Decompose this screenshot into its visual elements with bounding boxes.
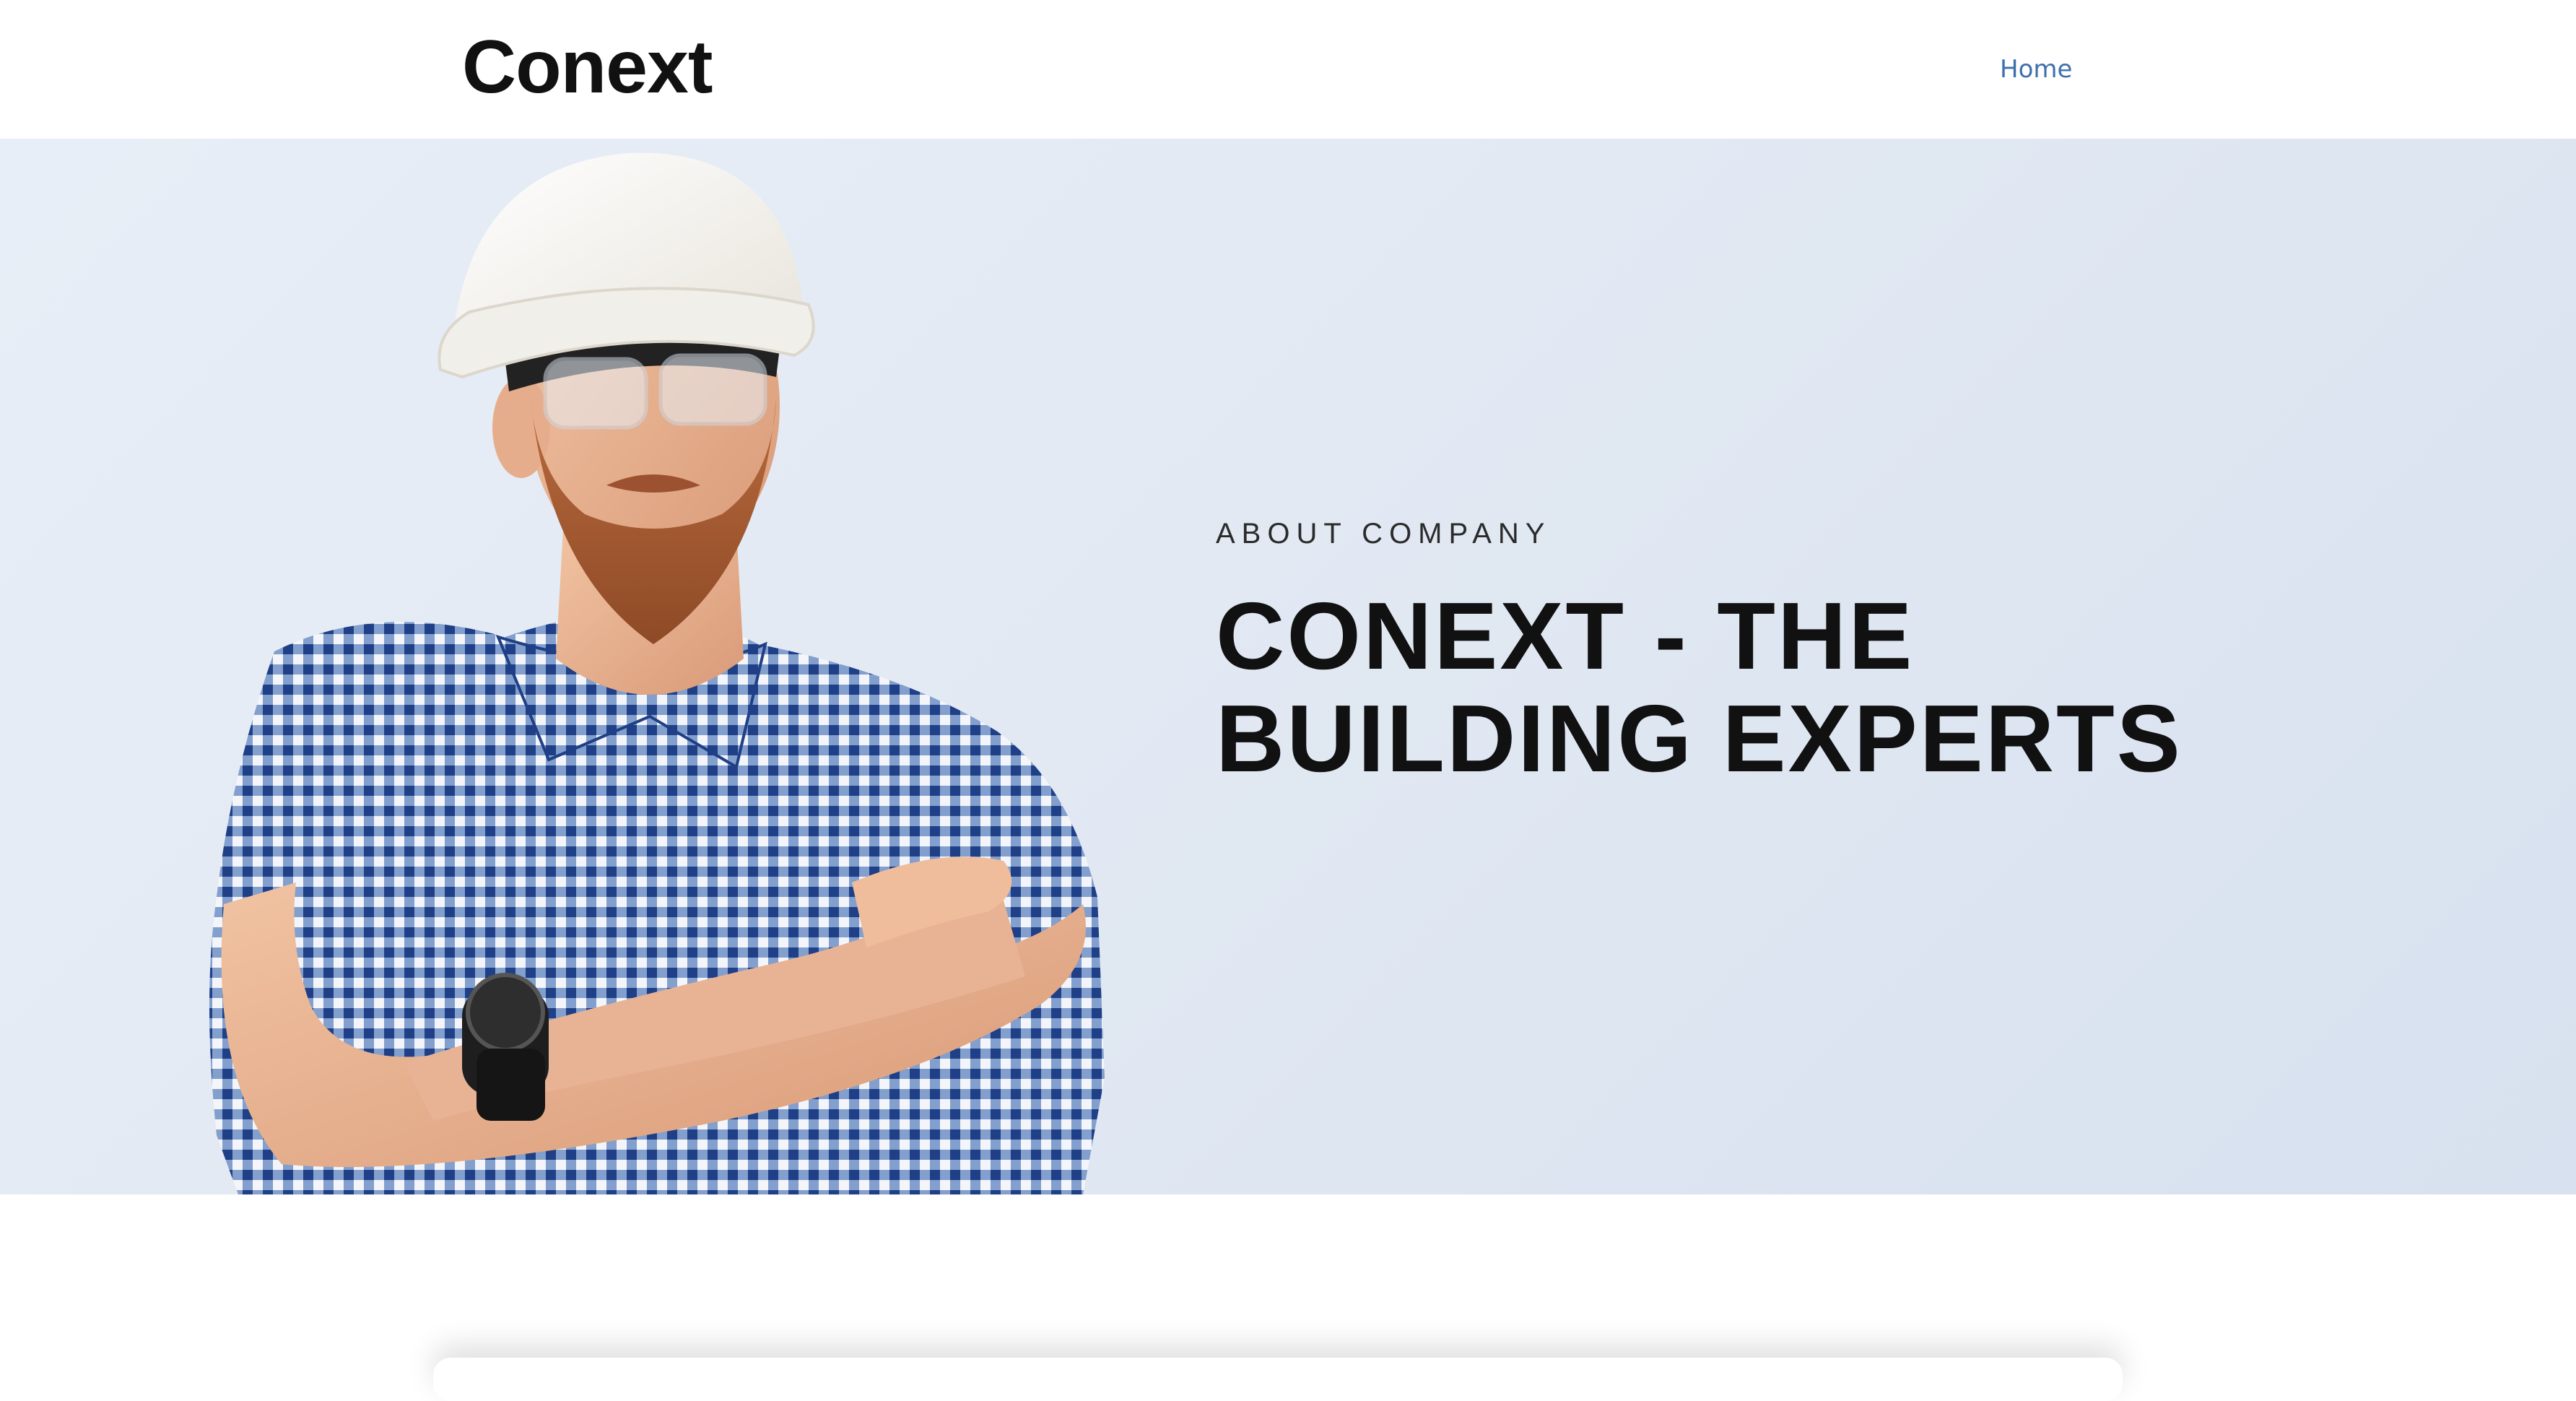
hero-title: CONEXT - THE BUILDING EXPERTS (1216, 585, 2371, 790)
content-section (0, 1194, 2576, 1374)
hero-section: ABOUT COMPANY CONEXT - THE BUILDING EXPE… (0, 139, 2576, 1194)
hero-eyebrow: ABOUT COMPANY (1216, 518, 1552, 550)
hero-photo-worker (209, 152, 1105, 1194)
site-header: Conext Home (0, 0, 2576, 139)
brand-logo[interactable]: Conext (462, 27, 713, 107)
hero-title-line-1: CONEXT - THE (1216, 583, 1915, 689)
content-card (433, 1358, 2123, 1401)
hero-text-block: ABOUT COMPANY CONEXT - THE BUILDING EXPE… (1216, 514, 2371, 790)
nav-link-home[interactable]: Home (2000, 55, 2072, 84)
main-nav: Home (2000, 53, 2072, 85)
hero-title-line-2: BUILDING EXPERTS (1216, 685, 2183, 791)
